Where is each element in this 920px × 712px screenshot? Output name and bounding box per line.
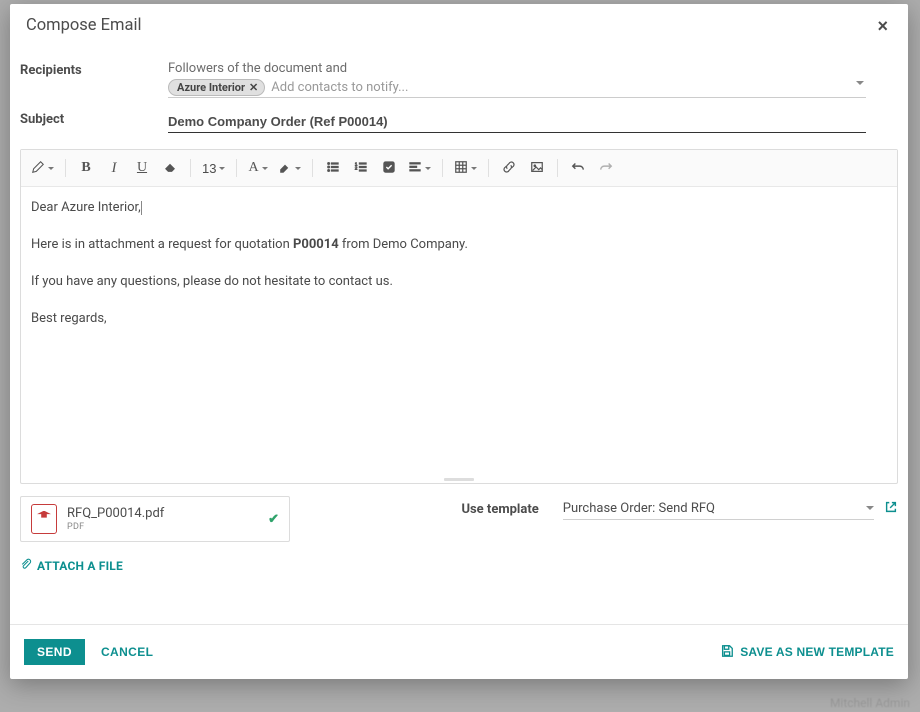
recipients-dropdown-icon[interactable] <box>856 81 864 85</box>
template-selected-value: Purchase Order: Send RFQ <box>563 501 715 516</box>
image-button[interactable] <box>524 155 550 181</box>
attachment-card[interactable]: RFQ_P00014.pdf PDF ✔ <box>20 496 290 542</box>
recipients-label: Recipients <box>10 61 168 98</box>
bold-button[interactable]: B <box>73 155 99 181</box>
recipients-row: Recipients Followers of the document and… <box>10 55 908 104</box>
pencil-icon <box>31 160 45 177</box>
body-greeting: Dear Azure Interior, <box>31 200 141 215</box>
editor-body[interactable]: Dear Azure Interior, Here is in attachme… <box>21 187 897 475</box>
toolbar-separator <box>442 159 443 177</box>
highlight-color-dropdown[interactable] <box>274 155 305 181</box>
svg-text:2: 2 <box>354 165 357 170</box>
attachment-name: RFQ_P00014.pdf <box>67 506 258 521</box>
modal-footer: SEND CANCEL SAVE AS NEW TEMPLATE <box>10 624 908 679</box>
highlight-icon <box>278 160 292 177</box>
table-icon <box>454 160 468 177</box>
body-line2: If you have any questions, please do not… <box>31 273 887 292</box>
body-line1-pre: Here is in attachment a request for quot… <box>31 237 293 252</box>
pdf-icon <box>31 504 57 534</box>
checklist-icon <box>382 160 396 177</box>
followers-text: Followers of the document and <box>168 61 866 76</box>
attachment-type: PDF <box>67 522 258 532</box>
chevron-down-icon <box>425 167 431 170</box>
image-icon <box>530 160 544 177</box>
align-dropdown[interactable] <box>404 155 435 181</box>
modal-header: Compose Email × <box>10 4 908 47</box>
attach-file-label: ATTACH A FILE <box>37 559 123 573</box>
recipient-tag-remove-icon[interactable]: ✕ <box>249 80 258 95</box>
editor: B I U 13 A <box>20 149 898 484</box>
cancel-button[interactable]: CANCEL <box>91 639 163 665</box>
template-select[interactable]: Purchase Order: Send RFQ <box>563 498 874 520</box>
eraser-icon <box>163 160 177 177</box>
chevron-down-icon <box>866 506 874 510</box>
chevron-down-icon <box>48 167 54 170</box>
modal-title: Compose Email <box>26 16 142 35</box>
toolbar-separator <box>190 159 191 177</box>
below-editor: RFQ_P00014.pdf PDF ✔ ATTACH A FILE Use t… <box>10 484 908 574</box>
style-dropdown-button[interactable] <box>27 155 58 181</box>
undo-button[interactable] <box>565 155 591 181</box>
numbered-list-button[interactable]: 12 <box>348 155 374 181</box>
underline-button[interactable]: U <box>129 155 155 181</box>
text-cursor <box>141 201 142 215</box>
undo-icon <box>571 160 585 177</box>
clear-format-button[interactable] <box>157 155 183 181</box>
font-size-value: 13 <box>202 161 216 176</box>
editor-toolbar: B I U 13 A <box>21 150 897 187</box>
font-color-icon: A <box>248 160 258 176</box>
table-dropdown[interactable] <box>450 155 481 181</box>
subject-label: Subject <box>10 110 168 133</box>
attach-file-button[interactable]: ATTACH A FILE <box>20 558 123 573</box>
numbered-list-icon: 12 <box>354 160 368 177</box>
recipient-tag-label: Azure Interior <box>177 80 245 95</box>
body-line1-bold: P00014 <box>293 237 339 252</box>
checklist-button[interactable] <box>376 155 402 181</box>
toolbar-separator <box>65 159 66 177</box>
external-link-icon <box>884 503 898 518</box>
toolbar-separator <box>312 159 313 177</box>
body-signoff: Best regards, <box>31 310 887 329</box>
chevron-down-icon <box>471 167 477 170</box>
align-icon <box>408 160 422 177</box>
font-size-dropdown[interactable]: 13 <box>198 155 229 181</box>
attachment-uploaded-icon: ✔ <box>268 512 279 527</box>
chevron-down-icon <box>295 167 301 170</box>
italic-button[interactable]: I <box>101 155 127 181</box>
paperclip-icon <box>20 558 32 573</box>
send-button[interactable]: SEND <box>24 639 85 665</box>
save-template-button[interactable]: SAVE AS NEW TEMPLATE <box>720 644 894 661</box>
redo-icon <box>599 160 613 177</box>
subject-row: Subject <box>10 104 908 139</box>
chevron-down-icon <box>262 167 268 170</box>
modal-body: Recipients Followers of the document and… <box>10 47 908 586</box>
toolbar-separator <box>236 159 237 177</box>
editor-resize-handle[interactable] <box>21 475 897 483</box>
font-color-dropdown[interactable]: A <box>244 155 271 181</box>
recipients-placeholder: Add contacts to notify... <box>271 80 866 95</box>
close-button[interactable]: × <box>873 17 892 35</box>
save-template-label: SAVE AS NEW TEMPLATE <box>740 645 894 659</box>
bullet-list-button[interactable] <box>320 155 346 181</box>
redo-button[interactable] <box>593 155 619 181</box>
bullet-list-icon <box>326 160 340 177</box>
template-label: Use template <box>461 498 538 517</box>
toolbar-separator <box>488 159 489 177</box>
link-icon <box>502 160 516 177</box>
recipient-tag[interactable]: Azure Interior ✕ <box>168 79 265 96</box>
compose-email-modal: Compose Email × Recipients Followers of … <box>10 4 908 679</box>
subject-input[interactable] <box>168 110 866 133</box>
link-button[interactable] <box>496 155 522 181</box>
template-external-link[interactable] <box>884 500 898 518</box>
recipients-input[interactable]: Azure Interior ✕ Add contacts to notify.… <box>168 79 866 98</box>
body-line1-post: from Demo Company. <box>339 237 468 252</box>
chevron-down-icon <box>219 167 225 170</box>
toolbar-separator <box>557 159 558 177</box>
save-icon <box>720 644 734 661</box>
